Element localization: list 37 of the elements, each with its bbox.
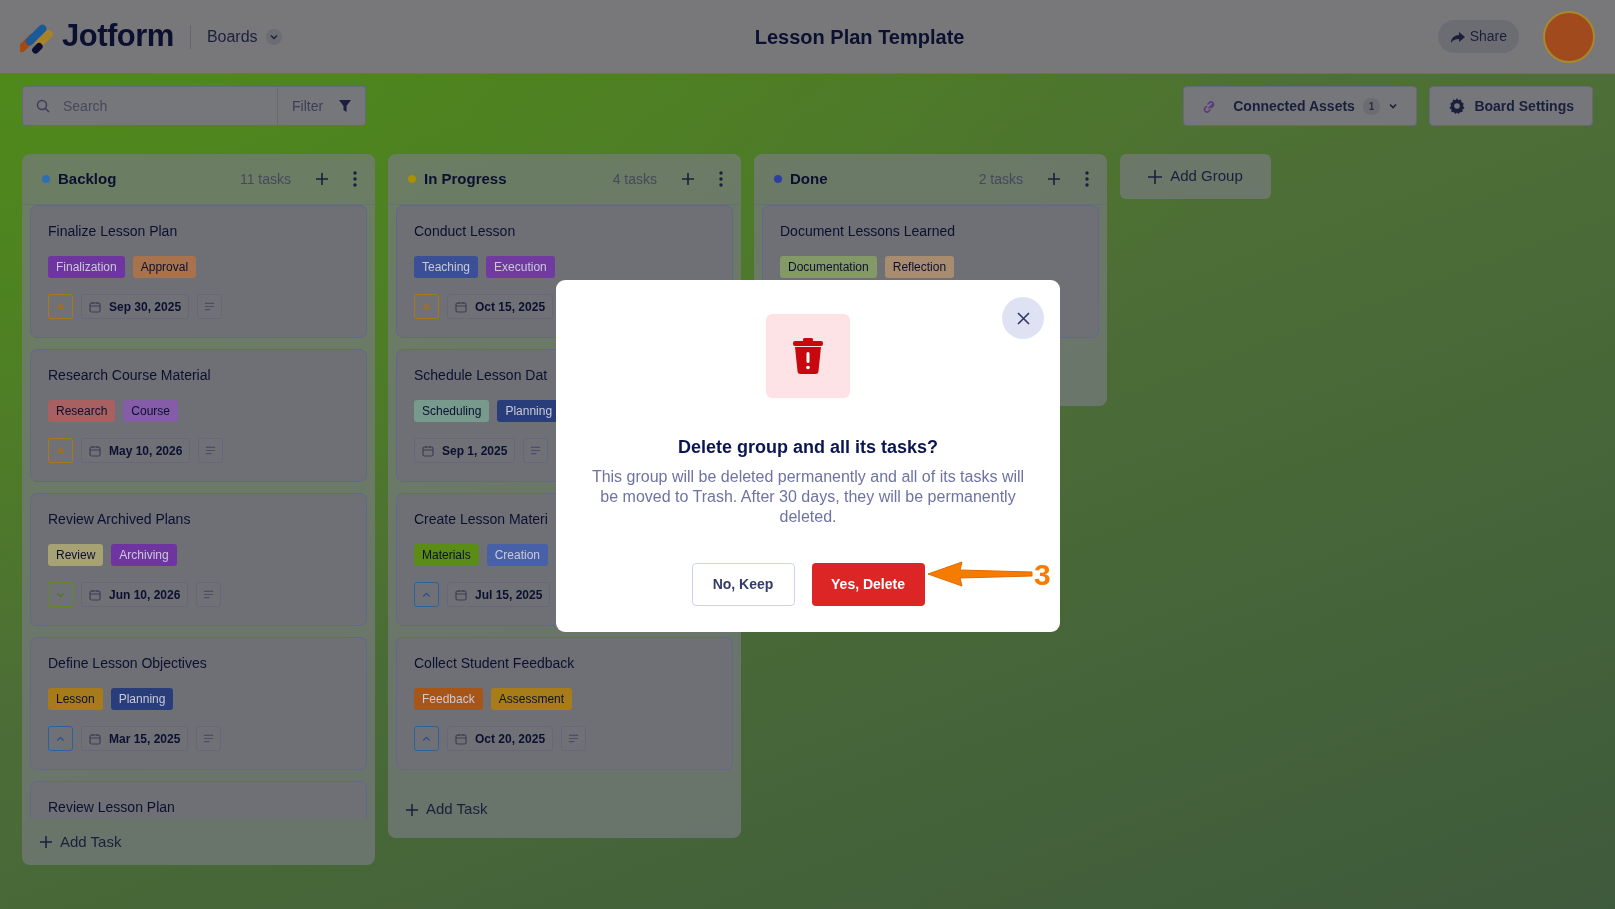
task-tag: Materials bbox=[414, 544, 479, 566]
task-tag: Research bbox=[48, 400, 116, 422]
task-title: Collect Student Feedback bbox=[414, 654, 576, 672]
group-name: Backlog bbox=[58, 168, 118, 189]
task-tag: Archiving bbox=[111, 544, 177, 566]
task-tag: Course bbox=[123, 400, 179, 422]
task-tag: Scheduling bbox=[414, 400, 490, 422]
task-title: Research Course Material bbox=[48, 366, 212, 384]
task-tag: Execution bbox=[486, 256, 555, 278]
dialog-title: Delete group and all its tasks? bbox=[676, 436, 940, 459]
task-title: Review Archived Plans bbox=[48, 510, 192, 528]
logo-text: Jotform bbox=[62, 17, 174, 56]
task-tag: Finalization bbox=[48, 256, 125, 278]
connected-assets-label: Connected Assets bbox=[1233, 96, 1355, 116]
group-name: Done bbox=[790, 168, 829, 189]
board-title: Lesson Plan Template bbox=[754, 24, 965, 50]
task-tag: Assessment bbox=[490, 688, 573, 710]
step-number: 3 bbox=[1034, 560, 1051, 590]
task-title: Define Lesson Objectives bbox=[48, 654, 208, 672]
dialog-message: This group will be deleted permanently and all of its tasks will be moved to Trash. After 30 days, they will be permanently deleted. bbox=[590, 467, 1026, 527]
task-tag: Review bbox=[48, 544, 104, 566]
task-tag: Lesson bbox=[48, 688, 103, 710]
task-tag: Reflection bbox=[884, 256, 955, 278]
task-tag: Creation bbox=[486, 544, 549, 566]
task-title: Document Lessons Learned bbox=[780, 222, 957, 240]
group-name: In Progress bbox=[424, 168, 508, 189]
task-title: Finalize Lesson Plan bbox=[48, 222, 179, 240]
task-title: Create Lesson Materi bbox=[414, 510, 549, 528]
task-title: Schedule Lesson Dat bbox=[414, 366, 549, 384]
task-tag: Approval bbox=[132, 256, 197, 278]
task-tag: Feedback bbox=[414, 688, 483, 710]
task-title: Review Lesson Plan bbox=[48, 798, 176, 816]
task-tag: Planning bbox=[110, 688, 174, 710]
count-badge: 1 bbox=[1362, 97, 1381, 115]
task-tag: Documentation bbox=[780, 256, 877, 278]
task-tag: Teaching bbox=[414, 256, 479, 278]
task-title: Conduct Lesson bbox=[414, 222, 517, 240]
